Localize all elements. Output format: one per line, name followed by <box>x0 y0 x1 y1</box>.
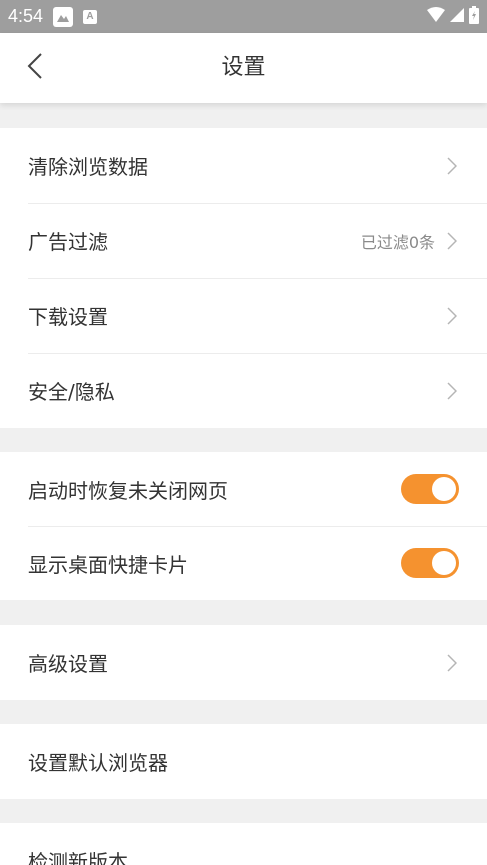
settings-group-advanced: 高级设置 <box>0 625 487 700</box>
desktop-cards-label: 显示桌面快捷卡片 <box>28 552 188 577</box>
check-update-label: 检测新版本 <box>28 850 128 865</box>
security-privacy-item[interactable]: 安全/隐私 <box>0 353 487 428</box>
clear-browsing-data-item[interactable]: 清除浏览数据 <box>0 128 487 203</box>
ad-filter-item[interactable]: 广告过滤 已过滤0条 <box>0 203 487 278</box>
chevron-right-icon <box>445 306 459 326</box>
settings-group-toggles: 启动时恢复未关闭网页 显示桌面快捷卡片 <box>0 452 487 600</box>
settings-group-browse: 清除浏览数据 广告过滤 已过滤0条 下载设置 安全/隐私 <box>0 128 487 428</box>
toggle-knob <box>432 551 456 575</box>
ad-filter-label: 广告过滤 <box>28 230 108 254</box>
chevron-right-icon <box>445 653 459 673</box>
status-bar: 4:54 A <box>0 0 487 33</box>
text-notification-icon: A <box>83 9 98 24</box>
chevron-right-icon <box>445 231 459 251</box>
advanced-settings-item[interactable]: 高级设置 <box>0 625 487 700</box>
signal-icon <box>449 7 465 27</box>
default-browser-item[interactable]: 设置默认浏览器 <box>0 724 487 799</box>
chevron-right-icon <box>445 156 459 176</box>
settings-group-default-browser: 设置默认浏览器 <box>0 724 487 799</box>
desktop-cards-toggle[interactable] <box>401 548 459 578</box>
chevron-right-icon <box>445 381 459 401</box>
app-notification-icon <box>53 6 74 27</box>
notification-letter: A <box>86 11 94 22</box>
chevron-left-icon <box>27 53 43 83</box>
restore-pages-toggle[interactable] <box>401 474 459 504</box>
settings-group-update: 检测新版本 <box>0 823 487 865</box>
default-browser-label: 设置默认浏览器 <box>28 751 168 775</box>
back-button[interactable] <box>18 51 52 85</box>
restore-pages-item: 启动时恢复未关闭网页 <box>0 452 487 526</box>
ad-filter-count: 已过滤0条 <box>360 232 435 252</box>
status-time: 4:54 <box>8 6 44 26</box>
toggle-knob <box>432 477 456 501</box>
battery-icon <box>469 5 479 28</box>
restore-pages-label: 启动时恢复未关闭网页 <box>28 478 228 503</box>
app-header: 设置 <box>0 33 487 103</box>
wifi-icon <box>427 6 445 27</box>
download-settings-item[interactable]: 下载设置 <box>0 278 487 353</box>
security-privacy-label: 安全/隐私 <box>28 380 115 404</box>
page-title: 设置 <box>221 55 266 80</box>
clear-browsing-data-label: 清除浏览数据 <box>28 155 148 179</box>
check-update-item[interactable]: 检测新版本 <box>0 823 487 865</box>
advanced-settings-label: 高级设置 <box>28 652 108 676</box>
desktop-cards-item: 显示桌面快捷卡片 <box>0 526 487 600</box>
download-settings-label: 下载设置 <box>28 305 108 329</box>
